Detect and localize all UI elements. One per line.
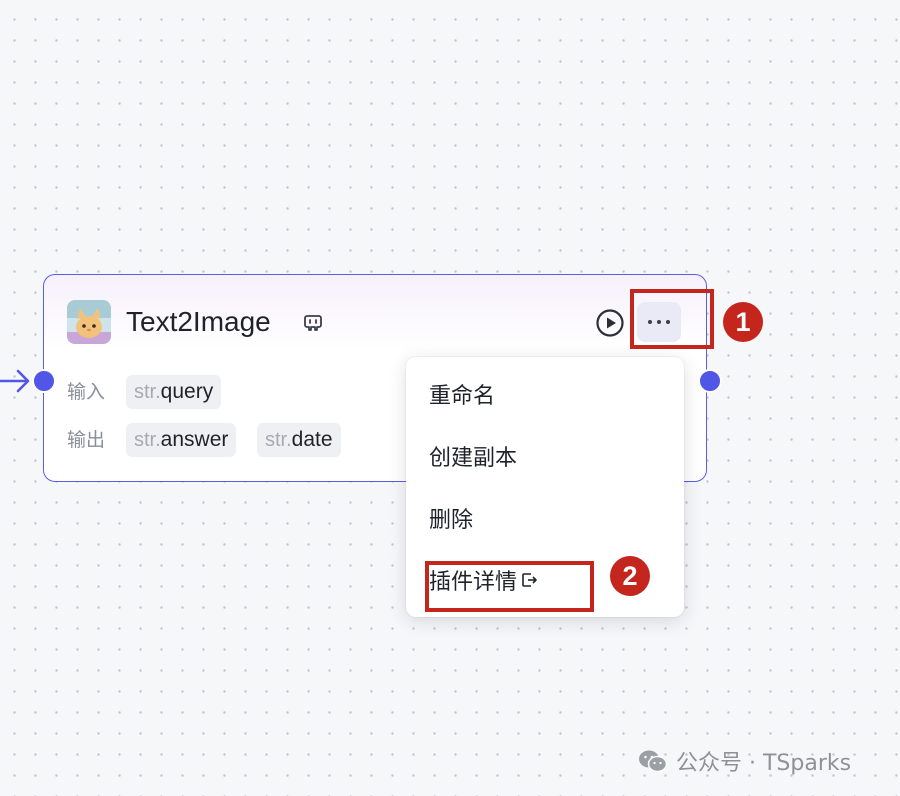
- output-param-date: str. date: [257, 423, 341, 457]
- menu-item-rename[interactable]: 重命名: [406, 369, 684, 419]
- input-port[interactable]: [32, 369, 56, 393]
- input-param-query: str. query: [126, 375, 222, 409]
- node-title: Text2Image: [126, 306, 271, 337]
- wechat-icon: [639, 750, 668, 773]
- outputs-label: 输出: [67, 429, 106, 451]
- run-node-button[interactable]: [595, 308, 625, 338]
- output-param-answer: str. answer: [126, 423, 237, 457]
- watermark: 公众号 · TSparks: [638, 744, 851, 778]
- annotation-box-more-button: [630, 289, 714, 349]
- menu-item-delete[interactable]: 删除: [406, 493, 684, 543]
- inputs-label: 输入: [67, 381, 106, 403]
- menu-item-duplicate[interactable]: 创建副本: [406, 431, 684, 481]
- incoming-edge-arrow-icon: [0, 369, 30, 393]
- annotation-box-plugin-details: [425, 561, 594, 612]
- cat-plugin-avatar-icon: [67, 300, 111, 344]
- watermark-text: 公众号 · TSparks: [676, 751, 852, 776]
- output-port[interactable]: [698, 369, 722, 393]
- annotation-marker-2: 2: [610, 556, 650, 596]
- annotation-marker-1: 1: [723, 302, 763, 342]
- plugin-icon: [304, 315, 322, 331]
